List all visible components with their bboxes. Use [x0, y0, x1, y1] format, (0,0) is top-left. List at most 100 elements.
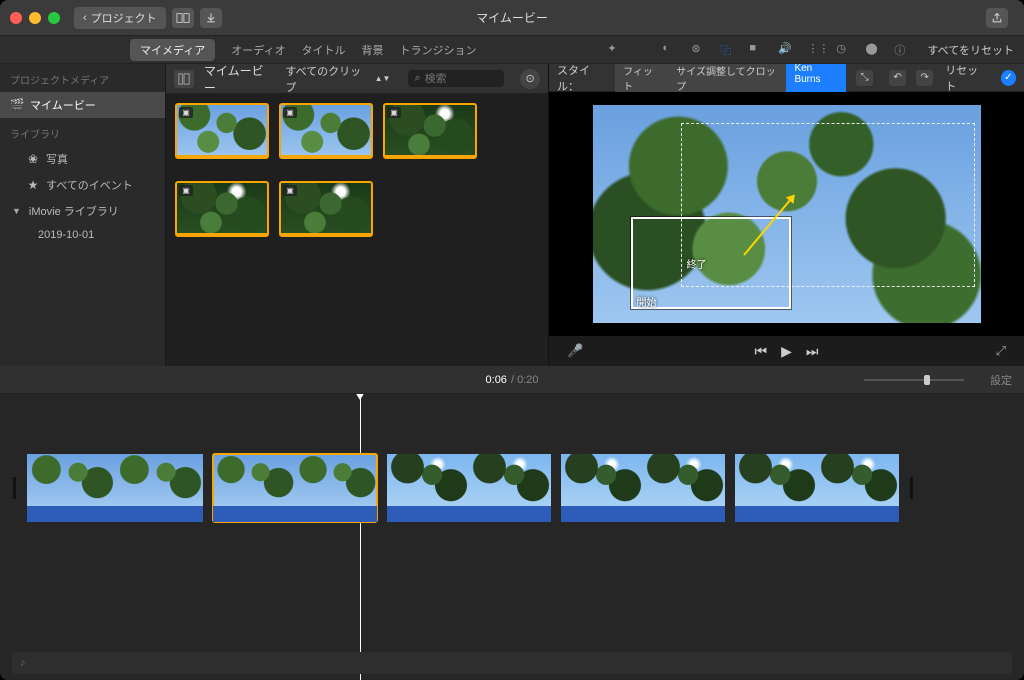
time-current: 0:06 — [486, 374, 507, 386]
crop-reset-button[interactable]: リセット — [945, 62, 987, 94]
sidebar-item-photos[interactable]: ❀ 写真 — [0, 146, 165, 172]
sidebar-event-label: 2019-10-01 — [38, 229, 94, 241]
inspector-tools: ✦ ◐ ⊛ ⿻ ■ 🔊 ⋮⋮ ◷ ⬤ ⓘ すべてをリセット — [607, 42, 1014, 58]
music-track[interactable]: ♪ — [12, 652, 1012, 674]
fullscreen-icon[interactable] — [48, 12, 60, 24]
media-clip[interactable]: ▣ — [176, 182, 268, 236]
reset-all-button[interactable]: すべてをリセット — [927, 42, 1014, 58]
media-clip[interactable]: ▣ — [176, 104, 268, 158]
search-input[interactable] — [425, 73, 485, 85]
media-clip[interactable]: ▣ — [280, 104, 372, 158]
window-controls — [10, 12, 60, 24]
star-icon: ★ — [26, 178, 40, 192]
search-field[interactable]: ⌕ — [408, 70, 504, 87]
media-clip[interactable]: ▣ — [280, 182, 372, 236]
chevron-left-icon: ‹ — [83, 12, 87, 24]
camera-icon: ▣ — [179, 107, 193, 118]
seg-kenburns-button[interactable]: Ken Burns — [786, 60, 846, 96]
preview-frame: 終了 開始 — [593, 105, 981, 323]
camera-icon: ▣ — [283, 185, 297, 196]
filter-icon[interactable]: ⬤ — [865, 42, 880, 57]
rotate-ccw-button[interactable]: ↶ — [889, 70, 906, 86]
sidebar-heading-project-media: プロジェクトメディア — [0, 64, 165, 92]
sidebar-item-all-events[interactable]: ★ すべてのイベント — [0, 172, 165, 198]
disclosure-triangle-icon[interactable]: ▼ — [12, 206, 21, 216]
clapperboard-icon: 🎬 — [10, 98, 24, 112]
sidebar-item-event[interactable]: 2019-10-01 — [0, 224, 165, 246]
seg-fit-button[interactable]: フィット — [615, 60, 668, 96]
color-correction-icon[interactable]: ⊛ — [691, 42, 706, 57]
library-toggle-button[interactable] — [172, 8, 194, 28]
sidebar-all-events-label: すべてのイベント — [46, 177, 133, 193]
zoom-slider[interactable] — [864, 379, 964, 381]
rotate-cw-button[interactable]: ↷ — [916, 70, 933, 86]
crop-apply-button[interactable]: ✓ — [1001, 70, 1016, 86]
viewer-canvas[interactable]: 終了 開始 — [549, 92, 1024, 336]
media-tabs: マイメディア オーディオ タイトル 背景 トランジション ✦ ◐ ⊛ ⿻ ■ 🔊… — [0, 36, 1024, 64]
stabilize-icon[interactable]: ■ — [749, 42, 764, 57]
media-clip[interactable]: ▣ — [384, 104, 476, 158]
close-icon[interactable] — [10, 12, 22, 24]
next-frame-button[interactable]: ⏭ — [806, 343, 819, 360]
noise-reduction-icon[interactable]: ⋮⋮ — [807, 42, 822, 57]
timeline-header: 0:06 / 0:20 設定 — [0, 366, 1024, 394]
sidebar-imovie-lib-label: iMovie ライブラリ — [29, 203, 119, 219]
timeline-clip-selected[interactable] — [213, 454, 377, 522]
timeline-clip[interactable] — [27, 454, 203, 522]
back-label: プロジェクト — [91, 10, 157, 26]
style-label: スタイル： — [557, 62, 609, 94]
playback-controls: 🎤 ⏮ ▶ ⏭ ⤢ — [549, 336, 1024, 366]
playhead[interactable] — [360, 394, 361, 680]
clip-filter-dropdown[interactable]: すべてのクリップ ▲▼ — [285, 63, 390, 95]
sidebar-item-my-movie[interactable]: 🎬 マイムービー — [0, 92, 165, 118]
edge-handle[interactable] — [910, 477, 913, 499]
swap-start-end-button[interactable]: ⤡ — [856, 70, 873, 86]
kenburns-start-label: 開始 — [635, 293, 659, 310]
tab-audio[interactable]: オーディオ — [231, 42, 285, 58]
play-button[interactable]: ▶ — [781, 343, 792, 360]
import-button[interactable] — [200, 8, 222, 28]
viewer-panel: スタイル： フィット サイズ調整してクロップ Ken Burns ⤡ ↶ ↷ リ… — [548, 64, 1024, 366]
prev-frame-button[interactable]: ⏮ — [755, 343, 768, 360]
edge-handle[interactable] — [13, 477, 16, 499]
info-icon[interactable]: ⓘ — [894, 42, 909, 57]
color-balance-icon[interactable]: ◐ — [662, 42, 677, 57]
search-icon: ⌕ — [414, 72, 420, 85]
timeline-clip[interactable] — [735, 454, 899, 522]
appearance-options-button[interactable]: ⊙ — [520, 69, 540, 89]
tab-transitions[interactable]: トランジション — [399, 42, 476, 58]
seg-crop-button[interactable]: サイズ調整してクロップ — [668, 60, 786, 96]
media-browser-header: マイムービー すべてのクリップ ▲▼ ⌕ ⊙ — [166, 64, 548, 94]
minimize-icon[interactable] — [29, 12, 41, 24]
sidebar-my-movie-label: マイムービー — [30, 97, 96, 113]
time-total: / 0:20 — [511, 374, 539, 386]
clip-row — [12, 454, 1012, 522]
enhance-icon[interactable]: ✦ — [607, 42, 622, 57]
timeline[interactable]: ♪ — [0, 394, 1024, 680]
volume-icon[interactable]: 🔊 — [778, 42, 793, 57]
music-icon: ♪ — [20, 657, 26, 669]
media-grid: ▣ ▣ ▣ ▣ ▣ — [166, 94, 548, 366]
camera-icon: ▣ — [283, 107, 297, 118]
tab-backgrounds[interactable]: 背景 — [361, 42, 383, 58]
layout-toggle-button[interactable] — [174, 70, 194, 88]
timeline-clip[interactable] — [387, 454, 551, 522]
crop-icon[interactable]: ⿻ — [720, 42, 735, 57]
crop-toolbar: スタイル： フィット サイズ調整してクロップ Ken Burns ⤡ ↶ ↷ リ… — [549, 64, 1024, 92]
speed-icon[interactable]: ◷ — [836, 42, 851, 57]
tab-my-media[interactable]: マイメディア — [130, 39, 215, 61]
clip-filter-label: すべてのクリップ — [285, 63, 371, 95]
flower-icon: ❀ — [26, 152, 40, 166]
window-title: マイムービー — [476, 9, 548, 26]
fullscreen-icon[interactable]: ⤢ — [996, 343, 1006, 359]
tab-titles[interactable]: タイトル — [301, 42, 345, 58]
back-to-projects-button[interactable]: ‹ プロジェクト — [74, 7, 166, 29]
sidebar-item-imovie-library[interactable]: ▼ iMovie ライブラリ — [0, 198, 165, 224]
timeline-settings-button[interactable]: 設定 — [990, 372, 1012, 388]
crop-style-segment: フィット サイズ調整してクロップ Ken Burns — [615, 60, 846, 96]
share-button[interactable] — [986, 8, 1008, 28]
timeline-clip[interactable] — [561, 454, 725, 522]
sidebar-photos-label: 写真 — [46, 151, 68, 167]
microphone-icon[interactable]: 🎤 — [567, 343, 583, 359]
zoom-thumb[interactable] — [924, 375, 930, 385]
